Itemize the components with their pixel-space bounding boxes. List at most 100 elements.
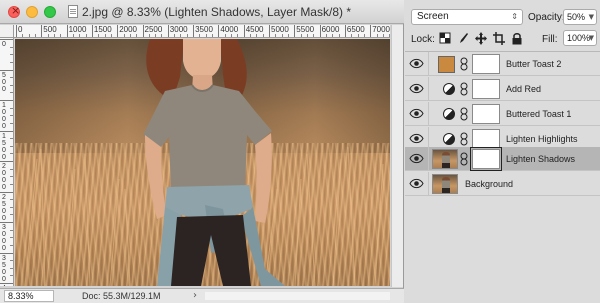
ruler-minor-tick: [250, 34, 251, 37]
adjustment-layer-icon[interactable]: [443, 83, 455, 95]
ruler-minor-tick: [161, 34, 163, 37]
ruler-minor-tick: [10, 46, 13, 48]
ruler-minor-tick: [376, 34, 378, 37]
lock-artboard-icon[interactable]: [493, 32, 505, 45]
layer-name: Buttered Toast 1: [506, 109, 572, 119]
visibility-column-divider: [428, 52, 429, 76]
title-bar[interactable]: 2.jpg @ 8.33% (Lighten Shadows, Layer Ma…: [0, 0, 404, 24]
ruler-minor-tick: [22, 34, 24, 37]
mask-link-icon[interactable]: [460, 152, 468, 166]
ruler-origin[interactable]: [0, 25, 14, 38]
layer-mask-thumbnail[interactable]: [472, 79, 500, 99]
vertical-scrollbar[interactable]: [391, 25, 403, 287]
ruler-minor-tick: [300, 34, 302, 37]
adjustment-layer-icon[interactable]: [443, 133, 455, 145]
layer-name: Add Red: [506, 84, 542, 94]
visibility-column-divider: [428, 77, 429, 101]
woman-subject: [24, 39, 384, 286]
ruler-tick-label: 2000: [0, 161, 13, 191]
color-fill-swatch[interactable]: [438, 56, 455, 73]
layer-row-lighten-shadows[interactable]: Lighten Shadows: [405, 147, 600, 171]
ruler-minor-tick: [389, 34, 390, 37]
visibility-eye-icon[interactable]: [409, 58, 424, 69]
horizontal-scrollbar[interactable]: [205, 292, 390, 300]
ruler-minor-tick: [47, 34, 49, 37]
mask-link-icon[interactable]: [460, 132, 468, 146]
lock-transparent-pixels-icon[interactable]: [439, 32, 451, 45]
status-bar: 8.33% Doc: 55.3M/129.1M ›: [0, 288, 404, 303]
ruler-tick-label: 4000: [218, 25, 238, 37]
layer-mask-thumbnail[interactable]: [472, 104, 500, 124]
status-menu-arrow-icon[interactable]: ›: [193, 290, 197, 301]
opacity-field[interactable]: 50% ▼: [563, 9, 597, 25]
layer-image-thumbnail[interactable]: [432, 149, 458, 169]
zoom-level-field[interactable]: 8.33%: [4, 290, 54, 302]
mask-link-icon[interactable]: [460, 82, 468, 96]
minimize-window-button[interactable]: [26, 6, 38, 18]
lock-label: Lock:: [411, 34, 435, 45]
visibility-eye-icon[interactable]: [409, 133, 424, 144]
layer-mask-thumbnail[interactable]: [472, 54, 500, 74]
layer-row-buttered-toast-1[interactable]: Buttered Toast 1: [405, 102, 600, 126]
adjustment-layer-icon[interactable]: [443, 108, 455, 120]
ruler-minor-tick: [136, 34, 138, 37]
ruler-minor-tick: [205, 34, 207, 37]
ruler-minor-tick: [180, 34, 182, 37]
opacity-value: 50%: [567, 12, 586, 22]
fill-arrow-icon[interactable]: ▼: [589, 31, 594, 45]
layer-row-butter-toast-2[interactable]: Butter Toast 2: [405, 52, 600, 76]
layer-mask-thumbnail[interactable]: [472, 129, 500, 149]
layer-name: Butter Toast 2: [506, 59, 562, 69]
ruler-minor-tick: [10, 61, 13, 63]
vertical-ruler[interactable]: 0 500 1000150020002500300035004000: [0, 38, 14, 286]
ruler-minor-tick: [10, 176, 13, 178]
visibility-eye-icon[interactable]: [409, 153, 424, 164]
ruler-minor-tick: [110, 34, 112, 37]
ruler-minor-tick: [10, 237, 13, 239]
opacity-arrow-icon[interactable]: ▼: [589, 10, 594, 24]
opacity-label: Opacity:: [528, 12, 565, 23]
ruler-minor-tick: [199, 34, 201, 37]
ruler-tick-label: 2500: [0, 191, 13, 222]
fill-field[interactable]: 100% ▼: [563, 30, 597, 46]
visibility-eye-icon[interactable]: [409, 108, 424, 119]
ruler-minor-tick: [186, 34, 188, 37]
visibility-eye-icon[interactable]: [409, 178, 424, 189]
ruler-minor-tick: [148, 34, 150, 37]
lock-image-pixels-icon[interactable]: [457, 32, 469, 45]
layer-name: Lighten Highlights: [506, 134, 578, 144]
ruler-minor-tick: [104, 34, 106, 37]
visibility-eye-icon[interactable]: [409, 83, 424, 94]
maximize-window-button[interactable]: [44, 6, 56, 18]
layer-mask-thumbnail[interactable]: [470, 147, 502, 171]
lock-all-icon[interactable]: [511, 32, 523, 45]
lock-position-icon[interactable]: [475, 32, 487, 45]
ruler-minor-tick: [306, 34, 308, 37]
ruler-tick-label: 1500: [0, 130, 13, 161]
ruler-minor-tick: [332, 34, 334, 37]
ruler-tick-label: 6500: [344, 25, 365, 37]
blend-mode-dropdown[interactable]: Screen ⇕: [411, 9, 523, 25]
fill-value: 100%: [567, 33, 591, 43]
ruler-minor-tick: [10, 199, 13, 201]
layer-row-background[interactable]: Background: [405, 172, 600, 196]
horizontal-ruler[interactable]: 0 500 1000 1500 2000 2500 3000 3500 4000 4500 5000…: [14, 25, 390, 38]
layer-row-add-red[interactable]: Add Red: [405, 77, 600, 101]
ruler-minor-tick: [224, 34, 226, 37]
close-window-button[interactable]: [8, 4, 20, 18]
ruler-tick-label: 4000: [0, 283, 13, 286]
layer-name: Lighten Shadows: [506, 154, 576, 164]
layer-image-thumbnail[interactable]: [432, 174, 458, 194]
ruler-minor-tick: [10, 214, 13, 216]
ruler-minor-tick: [351, 34, 353, 37]
ruler-minor-tick: [325, 34, 327, 37]
document-title: 2.jpg @ 8.33% (Lighten Shadows, Layer Ma…: [82, 5, 351, 19]
ruler-minor-tick: [10, 206, 13, 208]
ruler-minor-tick: [174, 34, 176, 37]
mask-link-icon[interactable]: [460, 57, 468, 71]
ruler-minor-tick: [10, 138, 13, 140]
blend-mode-value: Screen: [417, 11, 449, 22]
ruler-tick-label: 4500: [243, 25, 263, 37]
mask-link-icon[interactable]: [460, 107, 468, 121]
image-canvas[interactable]: [15, 39, 390, 286]
